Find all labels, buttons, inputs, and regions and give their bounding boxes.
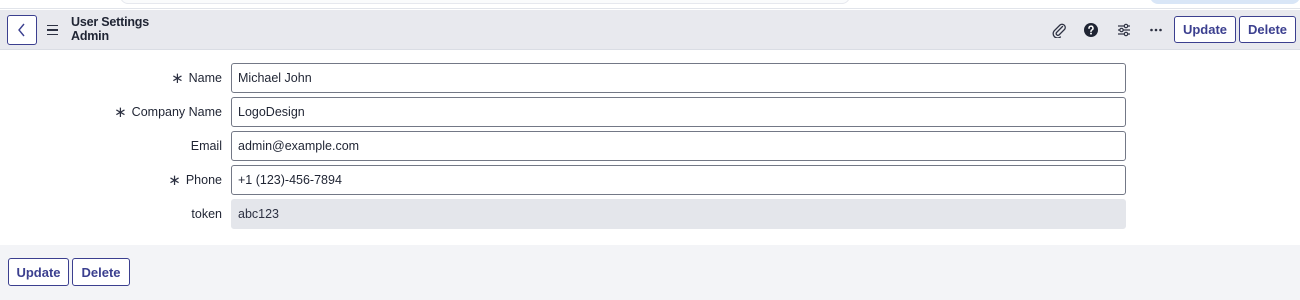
form-header: User Settings Admin Update Delete: [0, 10, 1300, 50]
token-label: token: [191, 199, 222, 229]
name-field[interactable]: [231, 63, 1126, 93]
token-label-text: token: [191, 207, 222, 221]
phone-field[interactable]: [231, 165, 1126, 195]
header-delete-button[interactable]: Delete: [1239, 16, 1296, 43]
phone-label-text: Phone: [185, 173, 222, 187]
email-label: Email: [191, 131, 222, 161]
company-name-label: ∗ Company Name: [114, 97, 222, 127]
field-row-token: token abc123: [0, 199, 1300, 229]
name-label-text: Name: [188, 71, 222, 85]
company-name-label-text: Company Name: [131, 105, 222, 119]
required-asterisk-icon: ∗: [114, 104, 127, 121]
menu-icon[interactable]: [47, 22, 61, 38]
page-title: User Settings Admin: [71, 15, 149, 43]
page-subtitle-text: Admin: [71, 29, 109, 43]
email-field[interactable]: [231, 131, 1126, 161]
email-label-text: Email: [190, 139, 222, 153]
attachment-icon[interactable]: [1049, 20, 1069, 40]
required-asterisk-icon: ∗: [171, 70, 184, 87]
field-row-email: Email: [0, 131, 1300, 161]
company-name-field[interactable]: [231, 97, 1126, 127]
required-asterisk-icon: ∗: [168, 172, 181, 189]
field-row-company-name: ∗ Company Name: [0, 97, 1300, 127]
footer-update-button[interactable]: Update: [8, 258, 69, 286]
page-title-text: User Settings: [71, 15, 149, 29]
page-top-strip: [0, 0, 1300, 9]
top-button-edge: [1150, 0, 1300, 4]
name-label: ∗ Name: [171, 63, 222, 93]
help-icon[interactable]: [1081, 20, 1101, 40]
search-bar-edge: [120, 0, 850, 4]
back-button[interactable]: [7, 15, 37, 45]
settings-sliders-icon[interactable]: [1114, 20, 1134, 40]
field-row-phone: ∗ Phone: [0, 165, 1300, 195]
user-settings-form: ∗ Name ∗ Company Name Email ∗ Phone toke…: [0, 51, 1300, 245]
form-footer: Update Delete: [0, 245, 1300, 300]
field-row-name: ∗ Name: [0, 63, 1300, 93]
header-update-button[interactable]: Update: [1174, 16, 1236, 43]
back-icon: [18, 23, 25, 37]
phone-label: ∗ Phone: [168, 165, 222, 195]
token-field: abc123: [231, 199, 1126, 229]
more-icon[interactable]: [1146, 20, 1166, 40]
footer-delete-button[interactable]: Delete: [72, 258, 130, 286]
